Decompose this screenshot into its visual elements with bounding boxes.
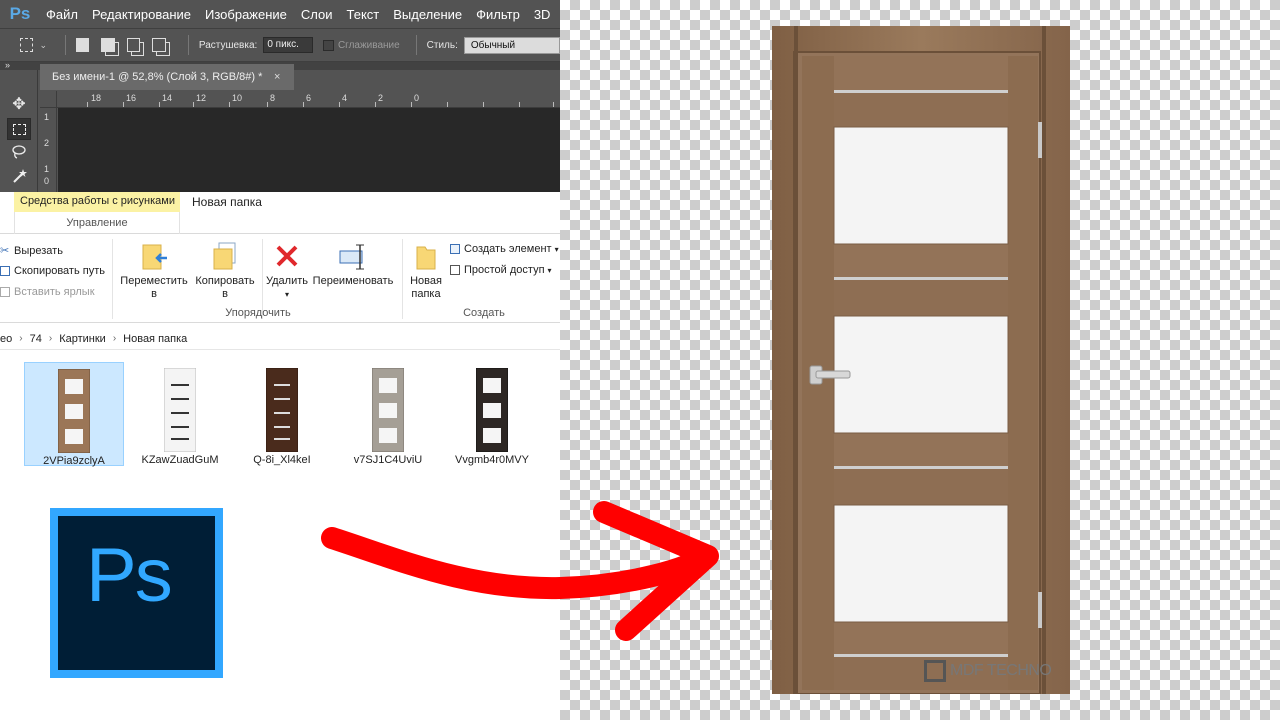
red-arrow-icon xyxy=(321,501,719,641)
screenshot-root: MDF TECHNO Ps Файл Редактирование Изобра… xyxy=(0,0,1280,720)
